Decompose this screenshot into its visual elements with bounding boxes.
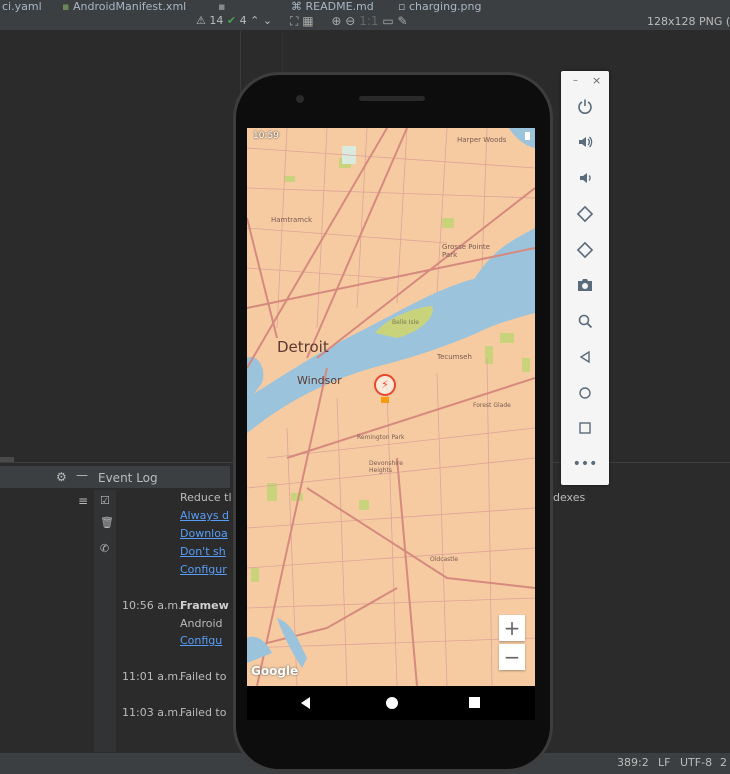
indent-info[interactable]: 2 [720,756,727,769]
overview-icon[interactable] [572,415,598,441]
home-icon[interactable] [572,380,598,406]
event-log-toolbar [94,490,116,752]
actual-size-icon[interactable]: 1:1 [359,14,378,28]
filter-icon[interactable]: ≡ [78,494,88,508]
wrench-icon[interactable]: ✆ [100,542,109,555]
inspection-widget[interactable]: ⚠ 14 ✔ 4 ⌃ ⌄ [196,14,272,27]
minimize-button[interactable]: – [573,75,578,86]
weak-warning-count: 4 [239,14,247,27]
previous-highlight-icon[interactable]: ⌃ [250,14,259,27]
log-message: Android [180,617,223,630]
location-pin-icon[interactable] [381,397,389,403]
zoom-in-button[interactable]: + [499,615,525,641]
google-logo: Google [251,664,299,678]
map-label: Harper Woods [457,136,507,144]
zoom-in-icon[interactable]: ⊕ [331,14,341,28]
fit-icon[interactable]: ⛶ [290,14,298,28]
warning-count: 14 [209,14,224,27]
markdown-file-icon: ⌘ [291,0,302,13]
image-toolbar: ⛶ ▦ ⊕ ⊖ 1:1 ▭ ✎ [290,14,408,29]
log-timestamp: 10:56 a.m. [122,599,182,612]
map-label: Grosse Pointe Park [442,243,490,259]
log-message: Failed to [180,706,227,719]
console-text: dexes [553,491,586,504]
rotate-right-icon[interactable] [572,237,598,263]
speaker-grille [359,96,425,101]
power-icon[interactable] [572,93,598,119]
editor-tab[interactable]: ci.yaml [2,0,42,14]
log-link[interactable]: Configur [180,563,227,576]
zoom-icon[interactable] [572,308,598,334]
log-link[interactable]: Downloa [180,527,228,540]
tab-label: README.md [305,0,374,13]
log-link[interactable]: Configu [180,634,222,647]
settings-gear-icon[interactable]: ⚙ [56,470,67,484]
image-info: 128x128 PNG (3 [647,15,730,28]
map-label: Hamtramck [271,216,313,224]
next-highlight-icon[interactable]: ⌄ [263,14,272,27]
map-label: Forest Glade [473,402,511,409]
caret-position[interactable]: 389:2 [617,756,649,769]
battery-icon [525,132,530,140]
close-button[interactable]: × [592,74,601,87]
warning-icon: ⚠ [196,14,206,27]
volume-up-icon[interactable] [572,129,598,155]
grid-icon[interactable]: ▦ [302,14,313,28]
editor-tab[interactable]: ▪ AndroidManifest.xml [62,0,186,14]
zoom-out-button[interactable]: − [499,644,525,670]
xml-file-icon: ▪ [62,0,70,13]
more-icon[interactable]: ••• [572,451,598,477]
log-link[interactable]: Don't sh [180,545,226,558]
volume-down-icon[interactable] [572,165,598,191]
zoom-out-icon[interactable]: ⊖ [345,14,355,28]
charging-marker-icon[interactable]: ⚡ [374,374,396,396]
fit-zoom-icon[interactable]: ▭ [382,14,393,28]
file-encoding[interactable]: UTF-8 [680,756,712,769]
tab-label: charging.png [408,0,482,13]
log-message: Framew [180,599,229,612]
hide-panel-icon[interactable]: — [76,468,88,482]
map-label: Oldcastle [430,556,459,563]
weak-warning-icon: ✔ [226,14,237,27]
map-label: Windsor [297,374,342,387]
nav-overview-icon[interactable] [469,697,480,708]
back-icon[interactable] [572,344,598,370]
nav-back-icon[interactable] [301,697,310,709]
map-view[interactable]: 10:59 Detroit Windsor Hamtramck Grosse P… [247,128,535,686]
log-timestamp: 11:03 a.m. [122,706,182,719]
mark-read-icon[interactable]: ☑ [100,494,110,507]
image-file-icon: ▫ [398,0,406,13]
tab-overflow-icon[interactable]: ▪ [218,0,225,14]
horizontal-scrollbar[interactable] [0,457,14,462]
map-label: Belle Isle [392,319,419,326]
map-label: Remington Park [357,434,405,441]
log-timestamp: 11:01 a.m. [122,670,182,683]
map-label: Tecumseh [437,353,472,361]
line-separator[interactable]: LF [658,756,670,769]
log-link[interactable]: Always d [180,509,229,522]
log-message: Reduce tl [180,491,232,504]
editor-tab[interactable]: ⌘ README.md [291,0,374,14]
tab-label: AndroidManifest.xml [72,0,187,13]
clear-all-icon[interactable]: 🗑 [100,516,114,529]
map-label: Devonshire Heights [369,460,403,474]
editor-tab-active[interactable]: ▫ charging.png [398,0,481,14]
event-log-title: Event Log [98,471,158,485]
color-picker-icon[interactable]: ✎ [398,14,408,28]
nav-home-icon[interactable] [386,697,398,709]
map-label: Detroit [277,338,329,356]
camera-icon[interactable] [572,272,598,298]
front-camera [296,95,304,103]
status-time: 10:59 [253,131,279,141]
log-message: Failed to [180,670,227,683]
rotate-left-icon[interactable] [572,201,598,227]
